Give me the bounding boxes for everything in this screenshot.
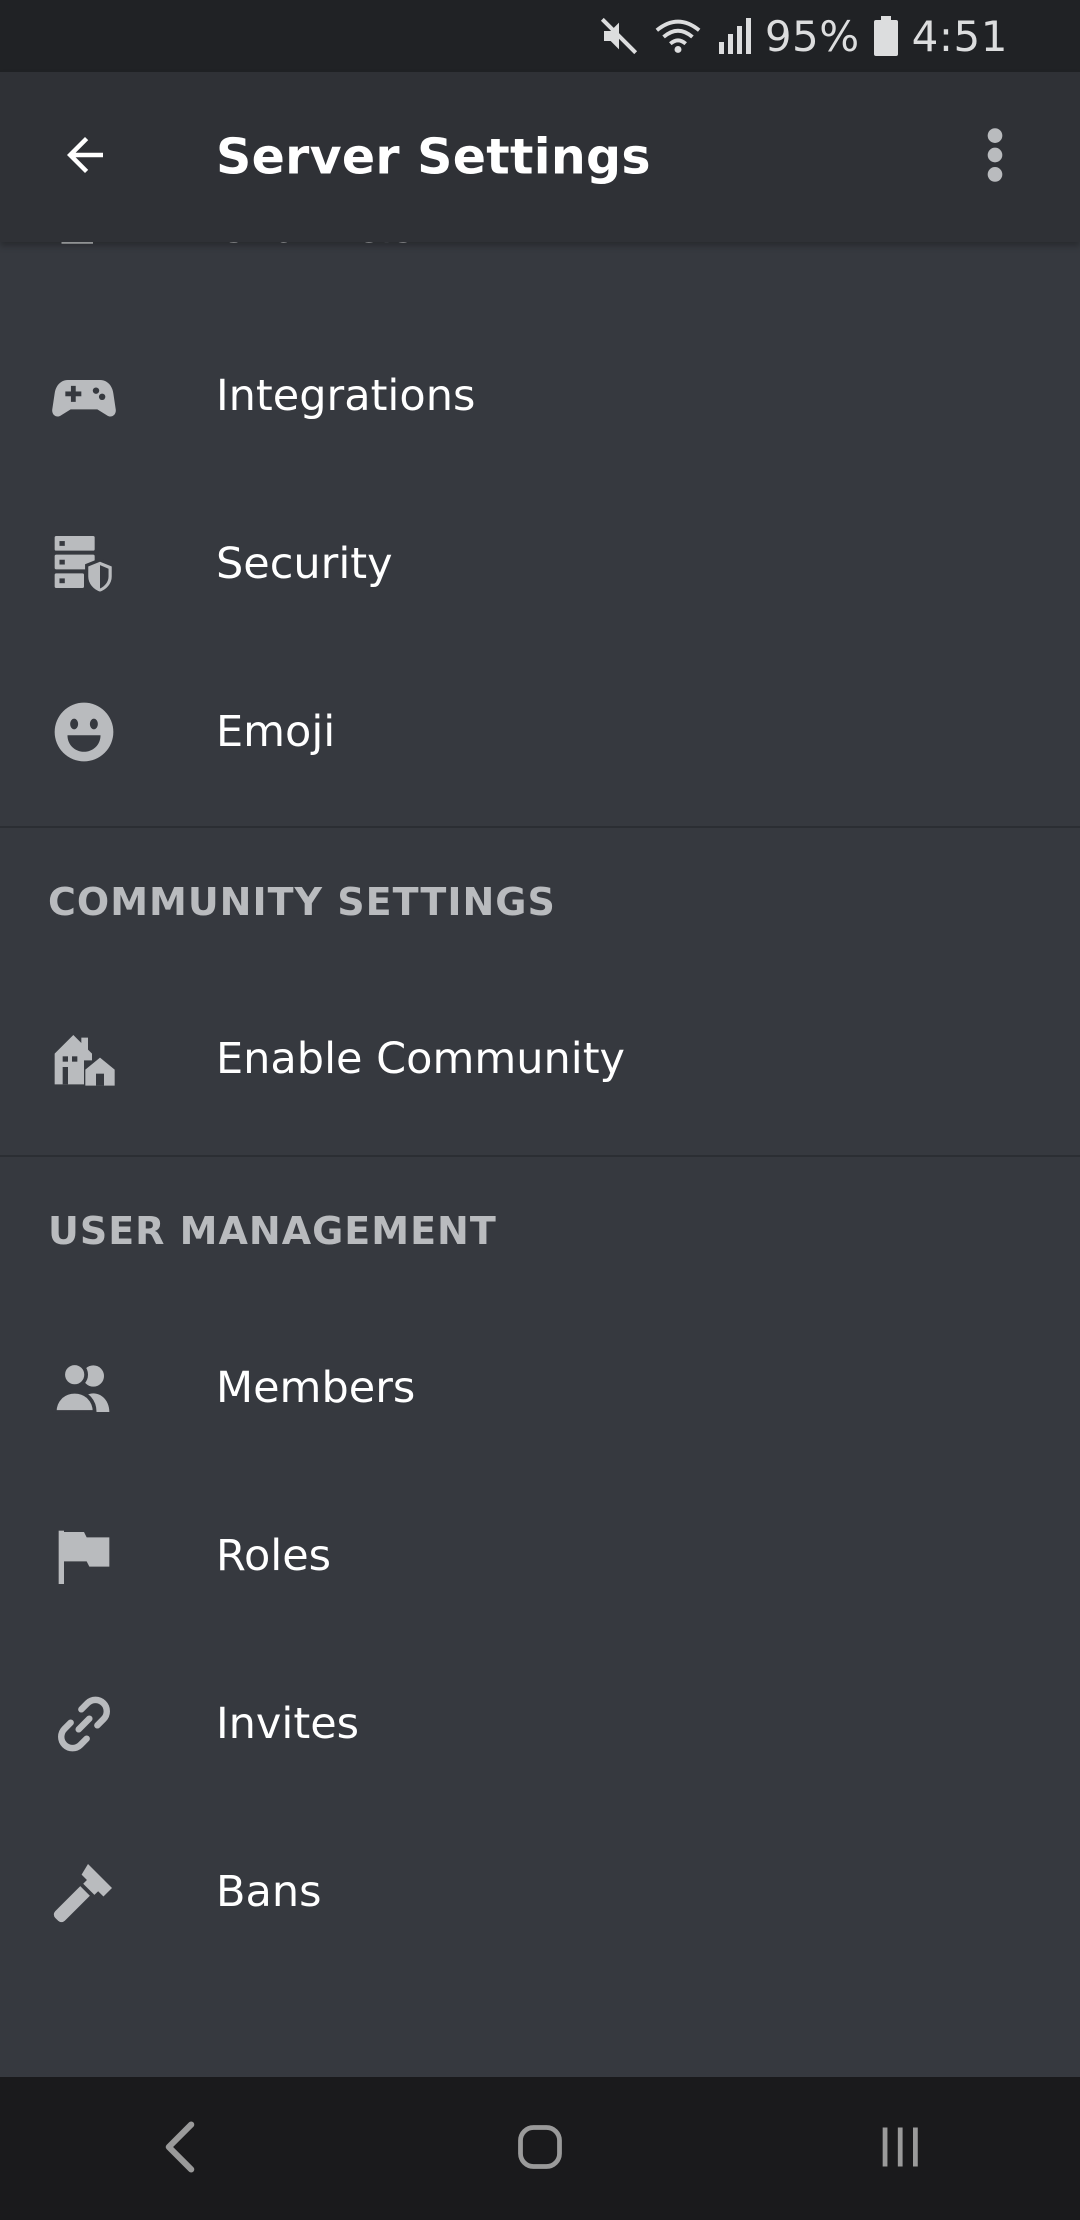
signal-icon [717,18,751,54]
page-title: Server Settings [216,128,651,186]
app-bar: Server Settings [0,72,1080,242]
server-shield-icon [48,528,120,600]
more-options-button[interactable] [950,112,1040,202]
menu-item-label: Channels [216,242,415,253]
nav-home-button[interactable] [465,2089,615,2209]
menu-item-members[interactable]: Members [0,1304,1080,1472]
menu-item-label: Members [216,1363,416,1413]
community-icon [48,1023,120,1095]
settings-list[interactable]: Channels Integrations Security Emoji COM… [0,242,1080,2077]
chevron-left-icon [160,2119,200,2179]
link-icon [48,1688,120,1760]
back-button[interactable] [40,112,130,202]
section-header-user-management: USER MANAGEMENT [48,1208,497,1253]
arrow-left-icon [58,128,112,186]
nav-back-button[interactable] [105,2089,255,2209]
menu-item-emoji[interactable]: Emoji [0,648,1080,816]
menu-item-enable-community[interactable]: Enable Community [0,975,1080,1143]
menu-item-label: Roles [216,1531,332,1581]
menu-item-bans[interactable]: Bans [0,1808,1080,1976]
gamepad-icon [48,360,120,432]
nav-recents-button[interactable] [825,2089,975,2209]
menu-item-label: Emoji [216,707,336,757]
system-nav-bar [0,2077,1080,2220]
flag-icon [48,1520,120,1592]
battery-icon [873,16,898,56]
section-header-community: COMMUNITY SETTINGS [48,879,556,924]
menu-item-security[interactable]: Security [0,480,1080,648]
channels-icon [48,242,120,264]
emoji-icon [48,696,120,768]
menu-item-label: Enable Community [216,1034,626,1084]
mute-icon [599,16,639,56]
more-vertical-icon [985,127,1005,187]
battery-percent: 95% [764,11,860,61]
wifi-icon [653,16,703,56]
menu-item-channels[interactable]: Channels [0,242,1080,312]
clock: 4:51 [911,11,1008,61]
menu-item-roles[interactable]: Roles [0,1472,1080,1640]
members-icon [48,1352,120,1424]
menu-item-invites[interactable]: Invites [0,1640,1080,1808]
menu-item-label: Integrations [216,371,476,421]
hammer-icon [48,1856,120,1928]
status-bar: 95% 4:51 [0,0,1080,72]
menu-item-integrations[interactable]: Integrations [0,312,1080,480]
menu-item-label: Security [216,539,393,589]
home-icon [514,2121,566,2177]
menu-item-label: Bans [216,1867,322,1917]
recents-icon [876,2121,924,2177]
menu-item-label: Invites [216,1699,360,1749]
